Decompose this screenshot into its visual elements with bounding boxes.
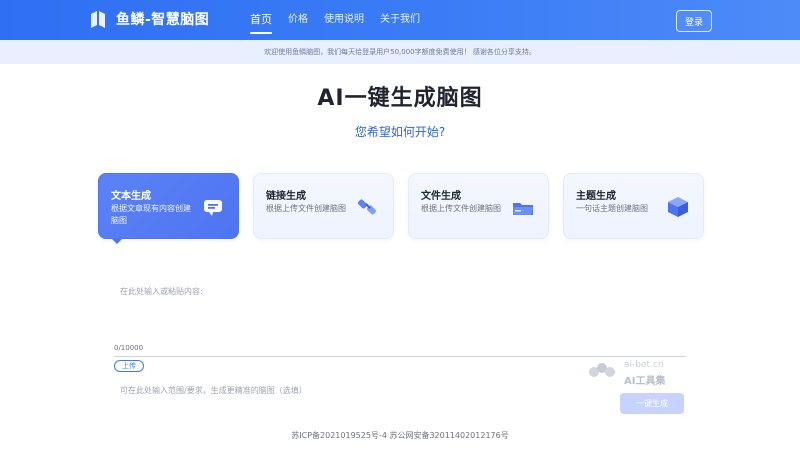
active-pointer bbox=[111, 238, 123, 244]
mode-card-desc: 一句话主题创建脑图 bbox=[576, 204, 648, 213]
content-input-area[interactable]: 在此处输入或粘贴内容: 0/10000 bbox=[114, 280, 686, 360]
char-counter: 0/10000 bbox=[114, 344, 144, 352]
notice-banner: 欢迎使用鱼鳞脑图，我们每天给登录用户50,000字额度免费使用！ 感谢各位分享支… bbox=[0, 40, 800, 64]
nav-pricing[interactable]: 价格 bbox=[288, 0, 308, 40]
generate-button[interactable]: 一键生成 bbox=[620, 393, 684, 414]
mode-card-desc: 根据上传文件创建脑图 bbox=[421, 204, 501, 213]
login-button[interactable]: 登录 bbox=[675, 10, 712, 32]
main-nav: 首页 价格 使用说明 关于我们 bbox=[250, 0, 420, 40]
nav-instructions[interactable]: 使用说明 bbox=[324, 0, 364, 40]
requirements-hint[interactable]: 可在此处输入范围/要求，生成更精准的脑图（选填） bbox=[120, 385, 307, 396]
mode-card-title: 主题生成 bbox=[576, 191, 616, 202]
folder-icon bbox=[513, 203, 533, 215]
mode-card-topic[interactable]: 主题生成 一句话主题创建脑图 bbox=[563, 173, 704, 239]
cube-icon bbox=[668, 197, 688, 217]
brand-name: 鱼鳞-智慧脑图 bbox=[116, 12, 210, 28]
watermark-logo-icon bbox=[589, 363, 615, 377]
mode-card-text[interactable]: 文本生成 根据文章现有内容创建脑图 bbox=[98, 173, 239, 244]
footer-icp: 苏ICP备2021019525号-4 苏公网安备32011402012176号 bbox=[291, 431, 509, 440]
link-icon bbox=[358, 199, 376, 215]
chat-bubble-icon bbox=[204, 200, 222, 216]
mode-card-desc: 根据文章现有内容创建脑图 bbox=[111, 204, 191, 225]
logo-icon bbox=[91, 11, 105, 28]
input-divider bbox=[114, 356, 686, 357]
content-placeholder: 在此处输入或粘贴内容: bbox=[120, 287, 203, 296]
mode-card-title: 链接生成 bbox=[266, 191, 306, 202]
watermark: ai-bot.cn AI工具集 bbox=[588, 360, 683, 387]
mode-card-desc: 根据上传文件创建脑图 bbox=[266, 204, 346, 213]
watermark-url: ai-bot.cn bbox=[624, 360, 664, 370]
mode-card-link[interactable]: 链接生成 根据上传文件创建脑图 bbox=[253, 173, 394, 239]
nav-about[interactable]: 关于我们 bbox=[380, 0, 420, 40]
nav-home[interactable]: 首页 bbox=[250, 0, 272, 40]
page-title: AI一键生成脑图 bbox=[317, 86, 483, 111]
mode-cards: 文本生成 根据文章现有内容创建脑图 链接生成 根据上传文件创建脑图 文件生成 根… bbox=[98, 173, 704, 244]
mode-card-title: 文本生成 bbox=[111, 191, 151, 202]
top-navbar: 鱼鳞-智慧脑图 首页 价格 使用说明 关于我们 登录 bbox=[0, 0, 800, 40]
watermark-name: AI工具集 bbox=[624, 376, 666, 387]
mode-card-file[interactable]: 文件生成 根据上传文件创建脑图 bbox=[408, 173, 549, 239]
upload-button[interactable]: 上传 bbox=[114, 360, 144, 372]
page-subtitle: 您希望如何开始? bbox=[354, 125, 446, 139]
mode-card-title: 文件生成 bbox=[421, 191, 461, 202]
brand-logo[interactable]: 鱼鳞-智慧脑图 bbox=[88, 9, 209, 29]
